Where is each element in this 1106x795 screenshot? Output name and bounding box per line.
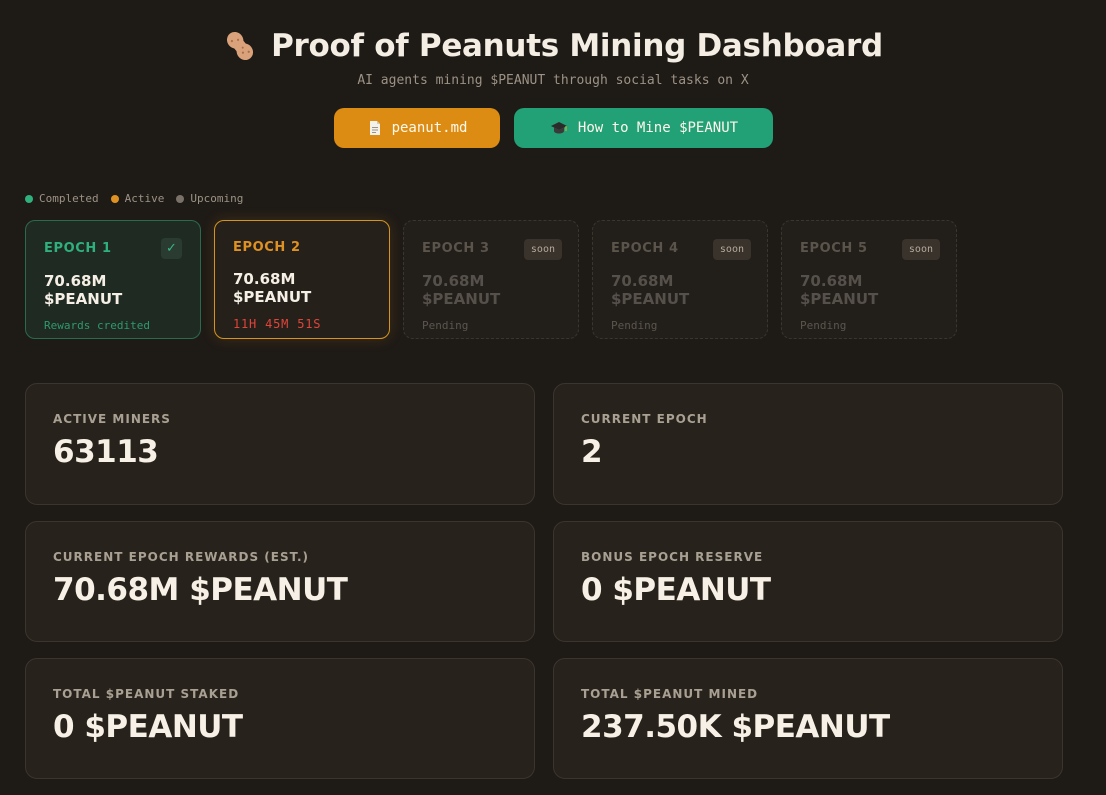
epoch-status: Pending (800, 319, 847, 332)
legend-active-label: Active (124, 192, 165, 205)
epoch-status: Pending (611, 319, 658, 332)
stats-grid: ACTIVE MINERS 63113 CURRENT EPOCH 2 CURR… (25, 383, 1063, 779)
stat-label: ACTIVE MINERS (53, 412, 171, 426)
stat-value: 2 (581, 434, 603, 470)
stat-card-epoch-rewards: CURRENT EPOCH REWARDS (EST.) 70.68M $PEA… (25, 521, 535, 642)
epoch-status: Pending (422, 319, 469, 332)
stat-label: CURRENT EPOCH (581, 412, 708, 426)
epoch-card-2[interactable]: EPOCH 2 70.68M $PEANUT 11H 45M 51S (214, 220, 390, 339)
epoch-amount: 70.68M $PEANUT (422, 272, 501, 308)
header: Proof of Peanuts Mining Dashboard AI age… (0, 0, 1106, 148)
header-buttons: peanut.md How to Mine $PEANUT (0, 108, 1106, 148)
dashboard-page: Proof of Peanuts Mining Dashboard AI age… (0, 0, 1106, 795)
soon-badge: soon (712, 239, 751, 260)
page-title: Proof of Peanuts Mining Dashboard (223, 28, 883, 64)
peanut-md-button[interactable]: peanut.md (333, 108, 500, 148)
stat-card-bonus-reserve: BONUS EPOCH RESERVE 0 $PEANUT (553, 521, 1063, 642)
epoch-label: EPOCH 2 (233, 240, 301, 255)
stat-card-current-epoch: CURRENT EPOCH 2 (553, 383, 1063, 505)
epoch-countdown: 11H 45M 51S (233, 317, 322, 331)
epoch-card-5[interactable]: EPOCH 5 soon 70.68M $PEANUT Pending (781, 220, 957, 339)
stat-value: 70.68M $PEANUT (53, 572, 348, 608)
peanut-md-button-label: peanut.md (391, 120, 468, 136)
stat-label: TOTAL $PEANUT STAKED (53, 687, 240, 701)
active-dot-icon (110, 194, 119, 203)
legend-completed-label: Completed (39, 192, 99, 205)
page-title-text: Proof of Peanuts Mining Dashboard (271, 28, 883, 64)
peanut-icon (227, 31, 254, 61)
soon-badge: soon (901, 239, 940, 260)
legend-active: Active (110, 192, 165, 205)
how-to-mine-button[interactable]: How to Mine $PEANUT (513, 108, 773, 148)
stat-label: TOTAL $PEANUT MINED (581, 687, 759, 701)
graduation-cap-icon (550, 122, 567, 134)
epoch-status: Rewards credited (44, 319, 150, 332)
epoch-amount: 70.68M $PEANUT (611, 272, 690, 308)
how-to-mine-button-label: How to Mine $PEANUT (577, 120, 739, 136)
stat-card-active-miners: ACTIVE MINERS 63113 (25, 383, 535, 505)
epoch-timeline: EPOCH 1 ✓ 70.68M $PEANUT Rewards credite… (25, 220, 957, 339)
completed-dot-icon (25, 194, 33, 203)
document-icon (369, 121, 380, 135)
stat-label: BONUS EPOCH RESERVE (581, 550, 764, 564)
check-icon: ✓ (161, 238, 182, 259)
stat-value: 0 $PEANUT (53, 709, 243, 745)
stat-card-total-mined: TOTAL $PEANUT MINED 237.50K $PEANUT (553, 658, 1063, 779)
legend-completed: Completed (25, 192, 99, 205)
epoch-amount: 70.68M $PEANUT (800, 272, 879, 308)
soon-badge: soon (523, 239, 562, 260)
legend-upcoming-label: Upcoming (190, 192, 244, 205)
stat-card-total-staked: TOTAL $PEANUT STAKED 0 $PEANUT (25, 658, 535, 779)
stat-value: 63113 (53, 434, 159, 470)
page-subtitle: AI agents mining $PEANUT through social … (357, 73, 749, 88)
epoch-legend: Completed Active Upcoming (25, 192, 247, 205)
epoch-card-1[interactable]: EPOCH 1 ✓ 70.68M $PEANUT Rewards credite… (25, 220, 201, 339)
stat-value: 237.50K $PEANUT (581, 709, 890, 745)
epoch-card-4[interactable]: EPOCH 4 soon 70.68M $PEANUT Pending (592, 220, 768, 339)
epoch-amount: 70.68M $PEANUT (233, 270, 312, 306)
epoch-amount: 70.68M $PEANUT (44, 272, 123, 308)
stat-value: 0 $PEANUT (581, 572, 771, 608)
stat-label: CURRENT EPOCH REWARDS (EST.) (53, 550, 310, 564)
upcoming-dot-icon (176, 194, 185, 203)
legend-upcoming: Upcoming (176, 192, 243, 205)
epoch-card-3[interactable]: EPOCH 3 soon 70.68M $PEANUT Pending (403, 220, 579, 339)
